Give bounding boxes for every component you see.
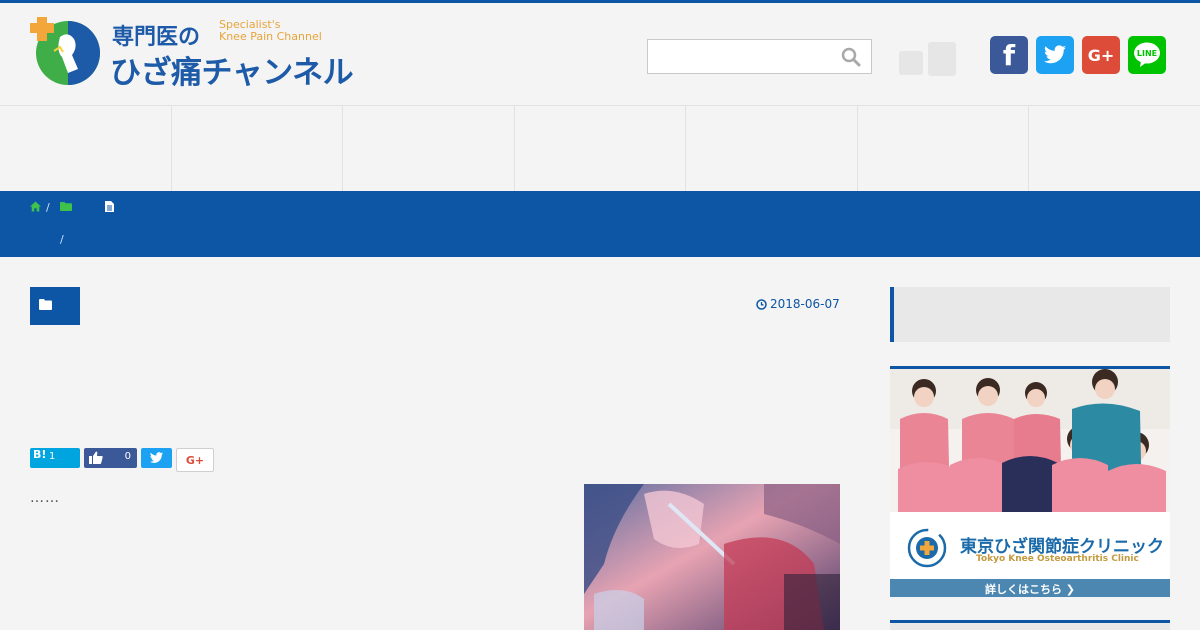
thumbs-up-icon <box>89 451 103 464</box>
header-menu-button[interactable] <box>928 42 956 76</box>
header-small-button[interactable] <box>899 51 923 75</box>
clinic-name-english: Tokyo Knee Osteoarthritis Clinic <box>976 554 1139 564</box>
nav-item-2[interactable] <box>172 106 344 191</box>
post-excerpt: …… <box>30 490 60 506</box>
hatena-bookmark-button[interactable]: B! 1 <box>30 448 80 468</box>
article-thumbnail[interactable] <box>584 484 840 630</box>
twitter-share-button[interactable] <box>1036 36 1074 74</box>
facebook-share-button[interactable]: f <box>990 36 1028 74</box>
lab-photo-image <box>584 484 840 630</box>
nav-item-1[interactable] <box>0 106 172 191</box>
breadcrumb-separator: / <box>60 233 64 246</box>
folder-icon[interactable] <box>60 202 72 211</box>
facebook-like-button[interactable]: 0 <box>84 448 137 468</box>
clinic-staff-photo <box>890 369 1170 512</box>
hatena-count: 1 <box>49 451 56 462</box>
sidebar-next-widget <box>890 620 1170 630</box>
site-header: 専門医の Specialist's Knee Pain Channel ひざ痛チ… <box>0 3 1200 105</box>
folder-icon <box>39 299 52 310</box>
home-icon[interactable] <box>30 201 41 212</box>
googleplus-icon: G+ <box>1087 45 1115 65</box>
post-date-text: 2018-06-07 <box>770 297 840 311</box>
like-count: 0 <box>124 451 131 462</box>
search-icon[interactable] <box>841 47 861 67</box>
line-icon: LINE <box>1134 42 1160 67</box>
clock-icon <box>756 298 767 310</box>
clinic-ad-banner[interactable]: 東京ひざ関節症クリニック Tokyo Knee Osteoarthritis C… <box>890 366 1170 597</box>
line-share-button[interactable]: LINE <box>1128 36 1166 74</box>
nav-item-5[interactable] <box>686 106 858 191</box>
nav-item-4[interactable] <box>515 106 687 191</box>
logo-subtitle-line2: Knee Pain Channel <box>219 30 322 43</box>
global-nav <box>0 105 1200 191</box>
googleplus-icon: G+ <box>185 453 205 467</box>
twitter-icon <box>1044 45 1066 64</box>
facebook-icon: f <box>1002 38 1016 72</box>
clinic-logo-icon <box>907 528 947 568</box>
nav-item-7[interactable] <box>1029 106 1200 191</box>
svg-text:LINE: LINE <box>1137 49 1157 58</box>
nav-item-6[interactable] <box>858 106 1030 191</box>
clinic-details-button[interactable]: 詳しくはこちら ❯ <box>890 579 1170 597</box>
document-icon <box>105 201 114 212</box>
logo-mark-icon <box>30 17 100 85</box>
nav-item-3[interactable] <box>343 106 515 191</box>
search-input[interactable] <box>647 39 872 74</box>
site-logo[interactable]: 専門医の Specialist's Knee Pain Channel ひざ痛チ… <box>30 17 370 91</box>
sidebar-widget-header <box>890 287 1170 342</box>
category-badge[interactable] <box>30 287 80 325</box>
googleplus-share-button[interactable]: G+ <box>1082 36 1120 74</box>
breadcrumb: / / <box>0 191 1200 257</box>
hatena-icon: B! <box>33 448 47 461</box>
post-date: 2018-06-07 <box>756 297 840 311</box>
twitter-tweet-button[interactable] <box>141 448 172 468</box>
twitter-icon <box>149 452 164 463</box>
breadcrumb-separator: / <box>46 201 50 214</box>
logo-title-line2: ひざ痛チャンネル <box>110 55 354 91</box>
googleplus-plusone-button[interactable]: G+ <box>176 448 214 472</box>
